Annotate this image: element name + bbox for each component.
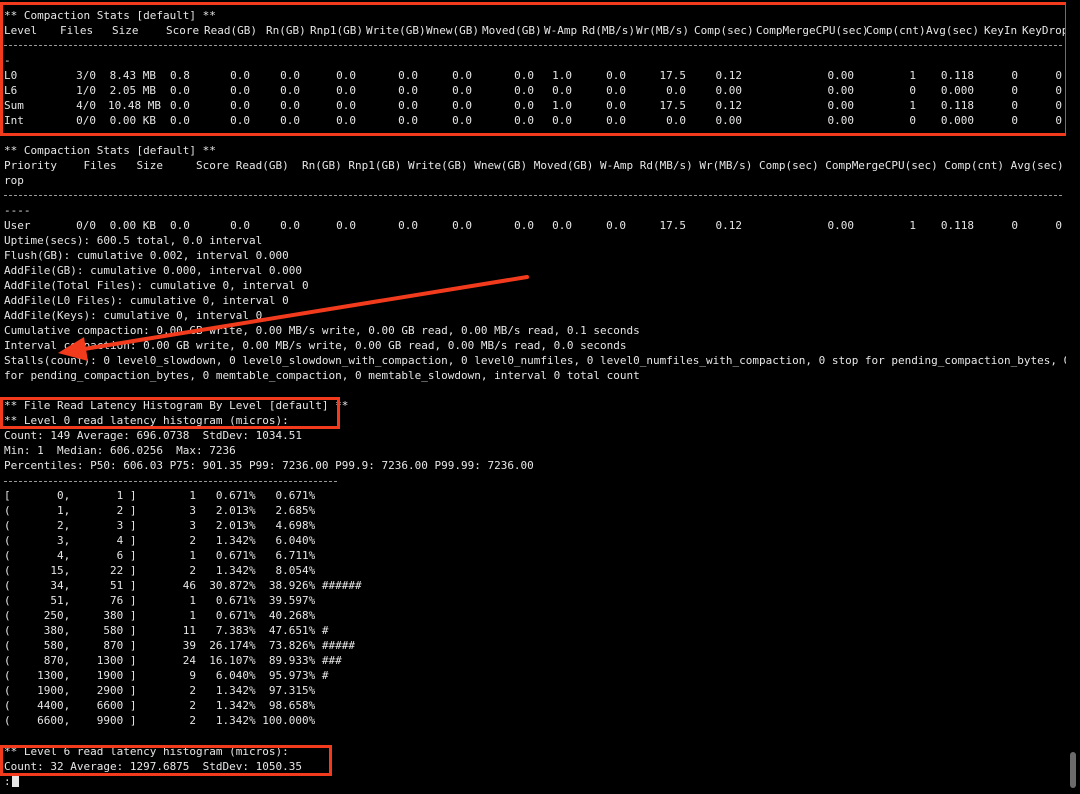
- histogram-bucket-row: ( 51, 76 ] 1 0.671% 39.597%: [4, 594, 316, 607]
- histogram-bucket-row: ( 870, 1300 ] 24 16.107% 89.933% ###: [4, 654, 342, 667]
- stats-addfile-total-files: AddFile(Total Files): cumulative 0, inte…: [4, 279, 309, 292]
- command-prompt[interactable]: :: [4, 774, 19, 789]
- histogram-bucket-row: ( 3, 4 ] 2 1.342% 6.040%: [4, 534, 316, 547]
- table2-row-cell: 0.00: [827, 219, 855, 232]
- annotation-box-histogram-title: [0, 397, 340, 429]
- histogram-bucket-row: ( 250, 380 ] 1 0.671% 40.268%: [4, 609, 316, 622]
- table2-row-cell: 0.0: [514, 219, 534, 232]
- table2-row-cell: 0/0: [76, 219, 96, 232]
- level0-minmax-line: Min: 1 Median: 606.0256 Max: 7236: [4, 444, 236, 457]
- table2-row-cell: 0.0: [398, 219, 418, 232]
- table2-row-user: User 0/0 0.00 KB 0.0 0.0 0.0 0.0 0.0 0.0 0.0 0.0 0.…: [4, 218, 1066, 233]
- histogram-bucket-row: ( 1900, 2900 ] 2 1.342% 97.315%: [4, 684, 316, 697]
- histogram-divider: [4, 481, 337, 482]
- table2-row-cell: User: [4, 219, 31, 232]
- table2-row-cell: 0.0: [280, 219, 300, 232]
- histogram-bucket-row: ( 4, 6 ] 1 0.671% 6.711%: [4, 549, 316, 562]
- table2-title: ** Compaction Stats [default] **: [4, 144, 216, 157]
- stats-cumulative-compaction: Cumulative compaction: 0.00 GB write, 0.…: [4, 324, 640, 337]
- table2-row-cell: 17.5: [659, 219, 687, 232]
- histogram-bucket-row: ( 6600, 9900 ] 2 1.342% 100.000%: [4, 714, 316, 727]
- histogram-bucket-row: ( 2, 3 ] 3 2.013% 4.698%: [4, 519, 316, 532]
- histogram-bucket-row: ( 380, 580 ] 11 7.383% 47.651% #: [4, 624, 329, 637]
- histogram-bucket-row: ( 34, 51 ] 46 30.872% 38.926% ######: [4, 579, 362, 592]
- prompt-text: :: [4, 775, 11, 788]
- histogram-bucket-row: [ 0, 1 ] 1 0.671% 0.671%: [4, 489, 316, 502]
- histogram-bucket-row: ( 15, 22 ] 2 1.342% 8.054%: [4, 564, 316, 577]
- table2-divider: [4, 195, 1062, 196]
- vertical-scrollbar[interactable]: [1066, 0, 1080, 794]
- table2-header-line2: rop: [4, 174, 24, 187]
- histogram-bucket-row: ( 1300, 1900 ] 9 6.040% 95.973% #: [4, 669, 329, 682]
- table2-row-cell: 0: [1011, 219, 1018, 232]
- histogram-bucket-row: ( 1, 2 ] 3 2.013% 2.685%: [4, 504, 316, 517]
- histogram-bucket-row: ( 580, 870 ] 39 26.174% 73.826% #####: [4, 639, 355, 652]
- stats-flush: Flush(GB): cumulative 0.002, interval 0.…: [4, 249, 289, 262]
- annotation-box-level6-count: [0, 745, 332, 776]
- table2-row-cell: 0.118: [940, 219, 974, 232]
- annotation-box-compaction-stats: [0, 2, 1068, 136]
- table2-row-cell: 1: [909, 219, 916, 232]
- histogram-bucket-row: ( 4400, 6600 ] 2 1.342% 98.658%: [4, 699, 316, 712]
- level0-count-line: Count: 149 Average: 696.0738 StdDev: 103…: [4, 429, 303, 442]
- table2-row-cell: 0.0: [452, 219, 472, 232]
- stats-addfile-l0-files: AddFile(L0 Files): cumulative 0, interva…: [4, 294, 289, 307]
- stats-addfile-keys: AddFile(Keys): cumulative 0, interval 0: [4, 309, 263, 322]
- stats-stalls-line1: Stalls(count): 0 level0_slowdown, 0 leve…: [4, 354, 1066, 367]
- stats-addfile-gb: AddFile(GB): cumulative 0.000, interval …: [4, 264, 303, 277]
- table2-wrap-dashes: ----: [4, 204, 31, 217]
- stats-interval-compaction: Interval compaction: 0.00 GB write, 0.00…: [4, 339, 627, 352]
- table2-row-cell: 0.0: [606, 219, 626, 232]
- table2-row-cell: 0.12: [715, 219, 743, 232]
- table2-row-cell: 0.00 KB: [109, 219, 156, 232]
- table2-row-cell: 0.0: [230, 219, 250, 232]
- table2-row-cell: 0.0: [170, 219, 190, 232]
- table2-row-cell: 0.0: [552, 219, 572, 232]
- table2-header-line1: Priority Files Size Score Read(GB) Rn(GB…: [4, 159, 1066, 172]
- level0-percentiles-line: Percentiles: P50: 606.03 P75: 901.35 P99…: [4, 459, 534, 472]
- stats-uptime: Uptime(secs): 600.5 total, 0.0 interval: [4, 234, 263, 247]
- table2-row-cell: 0.0: [336, 219, 356, 232]
- stats-stalls-line2: for pending_compaction_bytes, 0 memtable…: [4, 369, 640, 382]
- scrollbar-thumb[interactable]: [1070, 752, 1076, 788]
- table2-row-cell: 0: [1055, 219, 1062, 232]
